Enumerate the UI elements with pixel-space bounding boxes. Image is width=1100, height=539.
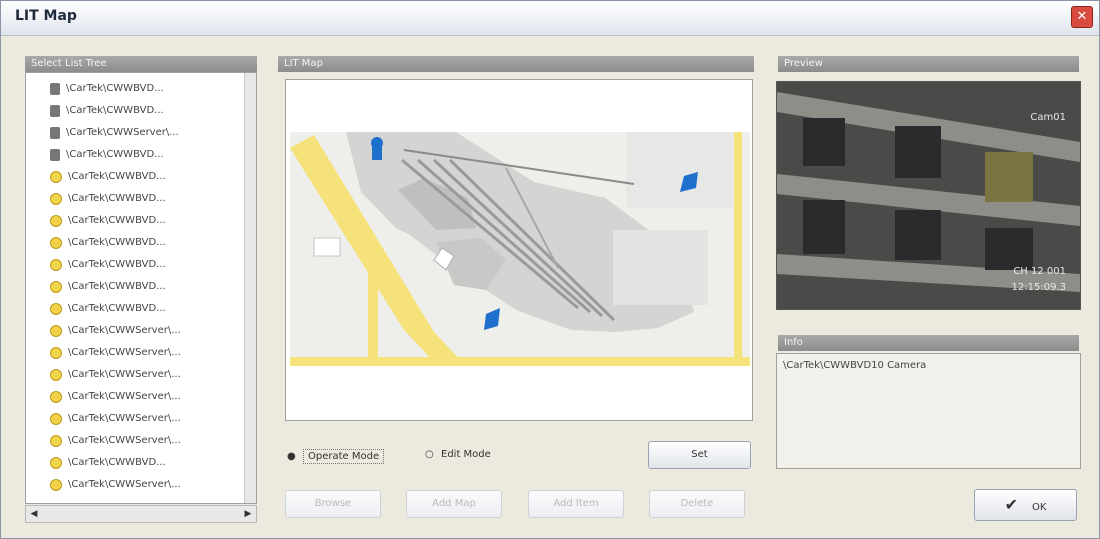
tree-item-label: \CarTek\CWWBVD... <box>68 237 166 248</box>
light-bulb-icon <box>50 435 62 447</box>
device-tree[interactable]: \CarTek\CWWBVD... \CarTek\CWWBVD... \CarTe… <box>25 72 257 504</box>
tree-item-label: \CarTek\CWWBVD... <box>66 149 164 160</box>
tree-item-label: \CarTek\CWWServer\... <box>68 413 181 424</box>
set-button[interactable]: Set <box>648 441 751 469</box>
tree-item[interactable]: \CarTek\CWWServer\... <box>50 367 181 383</box>
title-bar: LIT Map ✕ <box>1 1 1099 36</box>
tree-item-label: \CarTek\CWWBVD... <box>68 171 166 182</box>
info-text: \CarTek\CWWBVD10 Camera <box>783 360 927 371</box>
edit-mode-radio[interactable]: ○ Edit Mode <box>425 449 491 460</box>
add-map-button[interactable]: Add Map <box>406 490 502 518</box>
tree-vertical-scrollbar[interactable] <box>244 73 256 503</box>
checkmark-icon: ✔ <box>1004 495 1018 514</box>
light-bulb-icon <box>50 303 62 315</box>
camera-icon <box>50 149 60 161</box>
light-bulb-icon <box>50 193 62 205</box>
tree-item[interactable]: \CarTek\CWWServer\... <box>50 477 181 493</box>
map-image <box>286 80 752 420</box>
tree-item[interactable]: \CarTek\CWWBVD... <box>50 279 166 295</box>
tree-item[interactable]: \CarTek\CWWBVD... <box>50 169 166 185</box>
camera-timestamp-time: 12:15:09.3 <box>1011 282 1066 293</box>
light-bulb-icon <box>50 391 62 403</box>
browse-button[interactable]: Browse <box>285 490 381 518</box>
light-bulb-icon <box>50 479 62 491</box>
tree-item[interactable]: \CarTek\CWWBVD... <box>50 213 166 229</box>
light-bulb-icon <box>50 347 62 359</box>
tree-panel-title: Select List Tree <box>25 56 257 72</box>
map-panel-title: LIT Map <box>278 56 754 72</box>
tree-item-label: \CarTek\CWWServer\... <box>68 369 181 380</box>
tree-item-label: \CarTek\CWWServer\... <box>68 391 181 402</box>
tree-item-label: \CarTek\CWWBVD... <box>68 281 166 292</box>
tree-item[interactable]: \CarTek\CWWBVD... <box>50 147 164 163</box>
tree-item-label: \CarTek\CWWServer\... <box>66 127 179 138</box>
edit-mode-label: Edit Mode <box>441 449 491 460</box>
lit-map-window: LIT Map ✕ Select List Tree \CarTek\CWWBV… <box>0 0 1100 539</box>
info-box: \CarTek\CWWBVD10 Camera <box>776 353 1081 469</box>
light-bulb-icon <box>50 171 62 183</box>
operate-mode-radio[interactable]: ● Operate Mode <box>287 449 385 464</box>
light-bulb-icon <box>50 237 62 249</box>
info-panel-title: Info <box>778 335 1079 351</box>
light-bulb-icon <box>50 413 62 425</box>
preview-video: Cam01 CH 12 001 12:15:09.3 <box>776 81 1081 310</box>
camera-marker-icon[interactable] <box>370 138 384 162</box>
tree-item-label: \CarTek\CWWBVD... <box>68 215 166 226</box>
tree-item[interactable]: \CarTek\CWWBVD... <box>50 455 166 471</box>
tree-item[interactable]: \CarTek\CWWServer\... <box>50 411 181 427</box>
camera-marker-icon[interactable] <box>678 170 700 194</box>
light-bulb-icon <box>50 259 62 271</box>
light-bulb-icon <box>50 457 62 469</box>
camera-timestamp-date: CH 12 001 <box>1013 266 1066 277</box>
tree-item[interactable]: \CarTek\CWWServer\... <box>50 389 181 405</box>
tree-item-label: \CarTek\CWWBVD... <box>68 303 166 314</box>
close-icon[interactable]: ✕ <box>1071 6 1093 28</box>
ok-button[interactable]: ✔ OK <box>974 489 1077 521</box>
camera-icon <box>50 83 60 95</box>
tree-item[interactable]: \CarTek\CWWBVD... <box>50 257 166 273</box>
tree-item[interactable]: \CarTek\CWWBVD... <box>50 81 164 97</box>
add-item-button[interactable]: Add Item <box>528 490 624 518</box>
tree-item[interactable]: \CarTek\CWWBVD... <box>50 235 166 251</box>
camera-icon <box>50 127 60 139</box>
tree-item-label: \CarTek\CWWServer\... <box>68 325 181 336</box>
camera-icon <box>50 105 60 117</box>
tree-item-label: \CarTek\CWWBVD... <box>66 83 164 94</box>
tree-item-label: \CarTek\CWWBVD... <box>66 105 164 116</box>
tree-item-label: \CarTek\CWWServer\... <box>68 479 181 490</box>
delete-button[interactable]: Delete <box>649 490 745 518</box>
ok-label: OK <box>1031 502 1047 513</box>
tree-item[interactable]: \CarTek\CWWServer\... <box>50 323 181 339</box>
tree-item-label: \CarTek\CWWServer\... <box>68 435 181 446</box>
preview-panel-title: Preview <box>778 56 1079 72</box>
light-bulb-icon <box>50 325 62 337</box>
radio-empty-icon: ○ <box>425 448 434 460</box>
tree-item[interactable]: \CarTek\CWWBVD... <box>50 191 166 207</box>
light-bulb-icon <box>50 281 62 293</box>
scroll-right-icon[interactable]: ▶ <box>240 506 256 522</box>
light-bulb-icon <box>50 215 62 227</box>
tree-item[interactable]: \CarTek\CWWBVD... <box>50 103 164 119</box>
tree-item-label: \CarTek\CWWBVD... <box>68 193 166 204</box>
tree-item[interactable]: \CarTek\CWWServer\... <box>50 433 181 449</box>
tree-horizontal-scrollbar[interactable]: ◀ ▶ <box>25 505 257 523</box>
tree-item-label: \CarTek\CWWBVD... <box>68 457 166 468</box>
light-bulb-icon <box>50 369 62 381</box>
tree-item-label: \CarTek\CWWBVD... <box>68 259 166 270</box>
camera-label: Cam01 <box>1030 112 1066 123</box>
tree-item[interactable]: \CarTek\CWWServer\... <box>50 125 179 141</box>
camera-marker-icon[interactable] <box>482 306 502 332</box>
tree-item[interactable]: \CarTek\CWWServer\... <box>50 345 181 361</box>
operate-mode-label: Operate Mode <box>303 449 385 464</box>
tree-item-label: \CarTek\CWWServer\... <box>68 347 181 358</box>
map-canvas[interactable] <box>285 79 753 421</box>
scroll-left-icon[interactable]: ◀ <box>26 506 42 522</box>
window-title: LIT Map <box>15 8 77 24</box>
tree-item[interactable]: \CarTek\CWWBVD... <box>50 301 166 317</box>
radio-selected-icon: ● <box>287 450 296 462</box>
